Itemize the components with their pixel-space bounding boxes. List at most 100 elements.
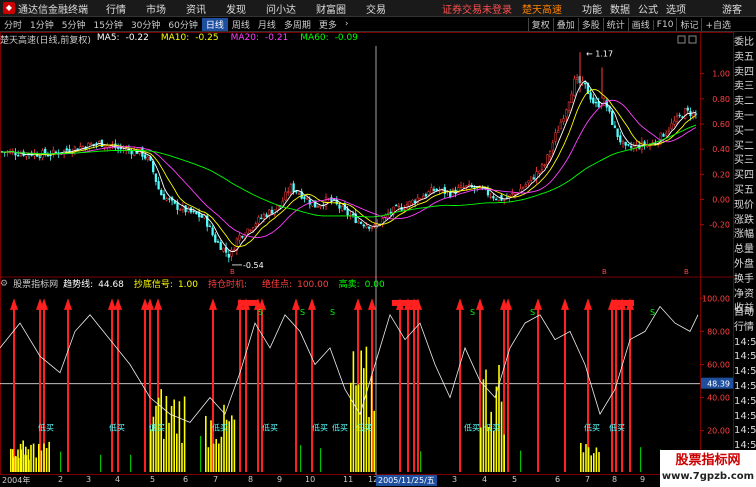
low-buy-label: 低买 bbox=[464, 423, 480, 433]
tab-60min[interactable]: 60分钟 bbox=[164, 18, 201, 31]
menu-item-faxian[interactable]: 发现 bbox=[226, 1, 246, 16]
yellow-bar bbox=[168, 422, 170, 472]
yellow-bar bbox=[218, 443, 220, 472]
quote-label: 卖五 bbox=[734, 51, 754, 63]
draw-line-button[interactable]: 画线 bbox=[627, 18, 653, 31]
high-price-annotation: ← 1.17 bbox=[586, 49, 613, 58]
add-watchlist-button[interactable]: +自选 bbox=[701, 18, 734, 31]
quote-label: 卖四 bbox=[734, 66, 754, 78]
candle-body bbox=[287, 191, 290, 193]
y-tick-label: 0.00 bbox=[712, 196, 730, 205]
ma10-line bbox=[1, 89, 697, 248]
candle-body bbox=[154, 173, 158, 182]
yellow-bar bbox=[487, 427, 490, 472]
candle-body bbox=[227, 254, 230, 258]
tab-monthly[interactable]: 月线 bbox=[254, 18, 280, 31]
kline-chart[interactable]: 1.00 0.80 0.60 0.40 0.20 0.00 -0.20 ← 1.17 -0.54… bbox=[0, 32, 734, 475]
tab-1min[interactable]: 1分钟 bbox=[26, 18, 58, 31]
f10-button[interactable]: F10 bbox=[652, 19, 677, 30]
quote-label: 卖二 bbox=[734, 96, 754, 108]
yellow-bar bbox=[220, 436, 223, 472]
stock-label: 楚天高速(日线,前复权) bbox=[0, 36, 91, 46]
fuquan-button[interactable]: 复权 bbox=[527, 18, 553, 31]
position-timing-readout: 持仓时机: bbox=[208, 280, 248, 290]
low-buy-label: 低买 bbox=[312, 423, 328, 433]
overlay-button[interactable]: 叠加 bbox=[552, 18, 578, 31]
date-tick-label: 6 bbox=[555, 475, 561, 484]
tab-multi-period[interactable]: 多周期 bbox=[280, 18, 315, 31]
trend-line-readout: 趋势线: 44.68 bbox=[63, 280, 124, 290]
candle-body bbox=[359, 222, 363, 224]
menu-item-gongneng[interactable]: 功能 bbox=[582, 1, 602, 16]
stats-button[interactable]: 统计 bbox=[602, 18, 628, 31]
candle-body bbox=[413, 200, 417, 203]
candle-body bbox=[389, 211, 392, 214]
quote-label: 涨跌 bbox=[734, 214, 754, 226]
date-tick-label: 9 bbox=[640, 475, 646, 484]
yellow-bar bbox=[150, 429, 152, 472]
candle-body bbox=[492, 196, 495, 199]
low-buy-label: 低买 bbox=[149, 423, 165, 433]
candle-body bbox=[276, 205, 279, 211]
tab-fenshi[interactable]: 分时 bbox=[0, 18, 26, 31]
indicator-gear-icon[interactable]: ⚙ bbox=[0, 279, 8, 289]
candle-body bbox=[419, 198, 422, 200]
candle-body bbox=[594, 101, 598, 104]
more-arrow-icon[interactable]: › bbox=[341, 19, 353, 29]
menu-item-jiaoyi[interactable]: 交易 bbox=[366, 1, 386, 16]
yellow-bar bbox=[176, 433, 178, 472]
date-tick-label: 9 bbox=[277, 475, 283, 484]
candle-body bbox=[246, 228, 249, 234]
indicator-name[interactable]: 股票指标网 bbox=[13, 277, 58, 290]
tab-weekly[interactable]: 周线 bbox=[228, 18, 254, 31]
menu-item-xuanxiang[interactable]: 选项 bbox=[666, 1, 686, 16]
date-tick-label: 2 bbox=[58, 475, 64, 484]
quote-label: 换手 bbox=[734, 273, 754, 285]
menu-item-gongshi[interactable]: 公式 bbox=[638, 1, 658, 16]
candle-body bbox=[368, 226, 371, 229]
candle-body bbox=[281, 200, 284, 206]
menu-item-caifuquan[interactable]: 财富圈 bbox=[316, 1, 346, 16]
tab-30min[interactable]: 30分钟 bbox=[127, 18, 164, 31]
y-tick-label: 0.60 bbox=[712, 120, 730, 129]
yellow-bar bbox=[165, 396, 168, 472]
date-tick-label: 8 bbox=[612, 475, 618, 484]
tab-5min[interactable]: 5分钟 bbox=[58, 18, 90, 31]
candle-body bbox=[92, 143, 95, 146]
candle-body bbox=[511, 192, 514, 195]
candle-body bbox=[46, 155, 50, 157]
candle-body bbox=[570, 93, 573, 103]
menu-item-hangqing[interactable]: 行情 bbox=[106, 1, 126, 16]
date-tick-label: 4 bbox=[482, 475, 488, 484]
tab-more[interactable]: 更多 bbox=[315, 18, 341, 31]
date-tick-label: 5 bbox=[512, 475, 518, 484]
tab-15min[interactable]: 15分钟 bbox=[89, 18, 126, 31]
login-notice[interactable]: 证券交易未登录 bbox=[442, 1, 512, 16]
date-tick-label: 7 bbox=[585, 475, 591, 484]
date-tick-label: 4 bbox=[115, 475, 121, 484]
yellow-bar bbox=[205, 415, 207, 472]
mark-button[interactable]: 标记 bbox=[676, 18, 701, 31]
candle-body bbox=[562, 118, 565, 123]
candle-body bbox=[146, 156, 149, 160]
tick-time-label: 14:56 bbox=[734, 395, 756, 407]
yellow-bar bbox=[215, 438, 217, 472]
candle-body bbox=[289, 184, 293, 193]
yellow-bar bbox=[231, 415, 233, 472]
candle-body bbox=[427, 191, 430, 195]
guest-label[interactable]: 游客 bbox=[722, 1, 742, 16]
yellow-bar bbox=[595, 447, 598, 472]
quote-label: 涨幅 bbox=[734, 229, 754, 241]
green-bar bbox=[320, 448, 322, 472]
yellow-bar bbox=[183, 396, 186, 472]
menu-item-shuju[interactable]: 数据 bbox=[610, 1, 630, 16]
menu-item-wenxiaoda[interactable]: 问小达 bbox=[266, 1, 296, 16]
candle-body bbox=[462, 186, 465, 189]
multi-stock-button[interactable]: 多股 bbox=[577, 18, 603, 31]
tab-daily[interactable]: 日线 bbox=[201, 17, 228, 31]
candle-body bbox=[157, 181, 160, 190]
menu-item-zixun[interactable]: 资讯 bbox=[186, 1, 206, 16]
indicator-y-label: 100.00 bbox=[702, 294, 730, 303]
candle-body bbox=[621, 141, 625, 144]
menu-item-shichang[interactable]: 市场 bbox=[146, 1, 166, 16]
